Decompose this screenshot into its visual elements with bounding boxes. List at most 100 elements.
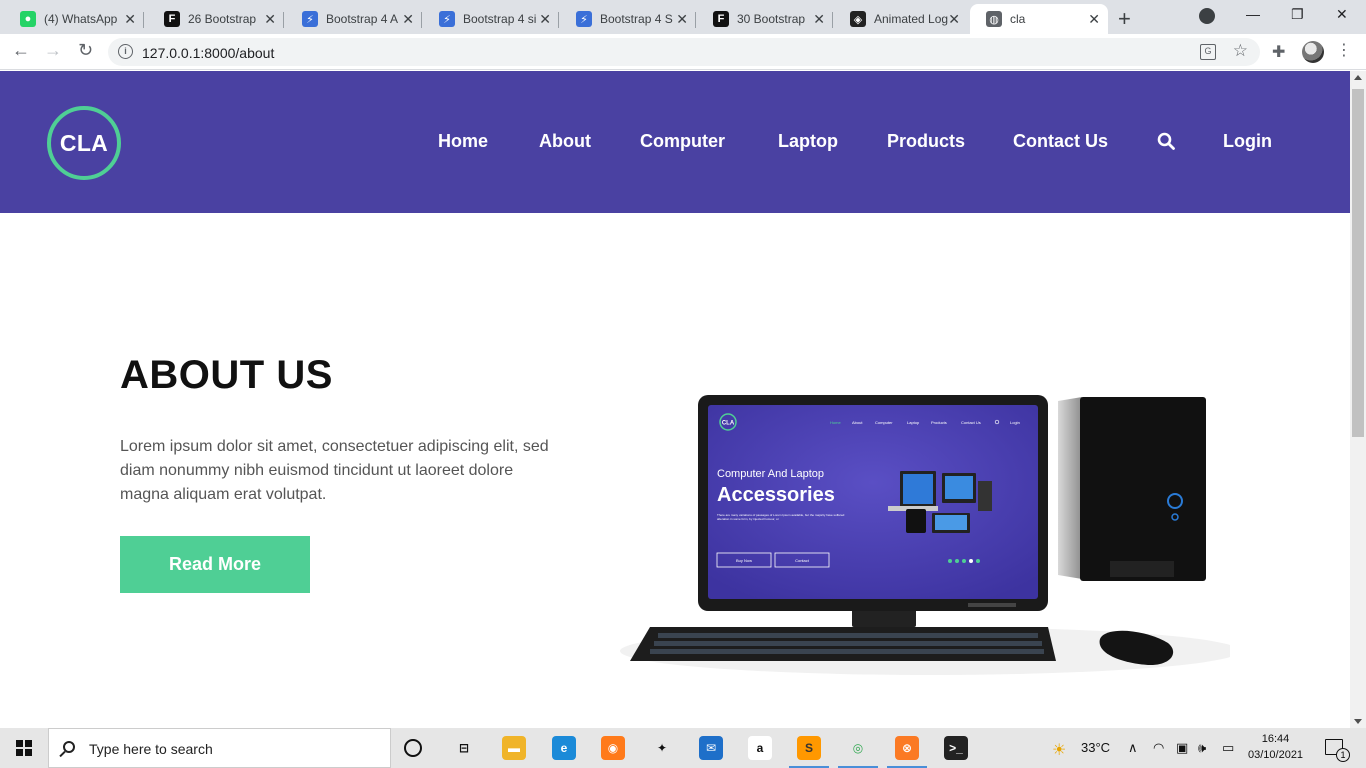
search-icon — [63, 741, 75, 753]
close-tab-icon[interactable]: ✕ — [539, 11, 551, 27]
site-info-icon[interactable]: i — [118, 44, 133, 59]
browser-tab[interactable]: F 30 Bootstrap ✕ — [697, 4, 833, 34]
browser-tab[interactable]: ◈ Animated Log ✕ — [834, 4, 968, 34]
search-icon[interactable] — [1157, 132, 1175, 150]
start-button-icon[interactable] — [16, 740, 32, 756]
tab-separator — [558, 12, 559, 28]
browser-tab[interactable]: ⚡ Bootstrap 4 si ✕ — [423, 4, 559, 34]
bookmark-star-icon[interactable]: ☆ — [1233, 41, 1248, 61]
tab-separator — [421, 12, 422, 28]
tab-title: 26 Bootstrap — [188, 12, 257, 26]
browser-tab[interactable]: F 26 Bootstrap ✕ — [148, 4, 284, 34]
new-tab-button[interactable]: + — [1118, 6, 1131, 32]
terminal-icon[interactable]: >_ — [944, 736, 968, 760]
about-title: ABOUT US — [120, 353, 333, 397]
close-tab-icon[interactable]: ✕ — [402, 11, 414, 27]
screen-nav-home: Home — [830, 420, 841, 425]
system-clock[interactable]: 16:44 03/10/2021 — [1248, 731, 1303, 763]
close-tab-icon[interactable]: ✕ — [264, 11, 276, 27]
scroll-thumb[interactable] — [1352, 89, 1364, 437]
tab-title: Animated Log — [874, 12, 949, 26]
screen-nav-login: Login — [1010, 420, 1020, 425]
browser-menu-icon[interactable]: ⋮ — [1336, 40, 1352, 60]
browser-tab[interactable]: ⚡ Bootstrap 4 S ✕ — [560, 4, 696, 34]
tab-separator — [283, 12, 284, 28]
mail-icon[interactable]: ✉ — [699, 736, 723, 760]
nav-about[interactable]: About — [539, 131, 591, 152]
weather-icon[interactable]: ☀ — [1052, 740, 1066, 760]
close-tab-icon[interactable]: ✕ — [676, 11, 688, 27]
minimize-button[interactable]: — — [1246, 6, 1260, 22]
extensions-icon[interactable]: ✚ — [1272, 42, 1285, 62]
screen-nav-about: About — [852, 420, 863, 425]
address-bar[interactable]: i 127.0.0.1:8000/about G ☆ — [108, 38, 1260, 66]
profile-avatar[interactable] — [1302, 41, 1324, 63]
nav-computer[interactable]: Computer — [640, 131, 725, 152]
screen-nav-products: Products — [931, 420, 947, 425]
task-view-icon[interactable]: ⊟ — [452, 736, 476, 760]
clock-time: 16:44 — [1261, 733, 1290, 745]
bootstrapious-icon: ⚡ — [302, 11, 318, 27]
browser-toolbar: ← → ↻ i 127.0.0.1:8000/about G ☆ — [0, 34, 1366, 70]
nav-laptop[interactable]: Laptop — [778, 131, 838, 152]
back-icon[interactable]: ← — [12, 40, 30, 61]
close-tab-icon[interactable]: ✕ — [1088, 11, 1100, 27]
amazon-icon[interactable]: a — [748, 736, 772, 760]
nav-products[interactable]: Products — [887, 131, 965, 152]
battery-icon[interactable]: ▭ — [1222, 740, 1234, 756]
xampp-icon[interactable]: ⊗ — [887, 736, 927, 768]
nav-home[interactable]: Home — [438, 131, 488, 152]
wifi-icon[interactable]: ◠ — [1153, 740, 1164, 756]
meet-now-icon[interactable]: ▣ — [1176, 740, 1188, 756]
file-explorer-icon[interactable]: ▬ — [502, 736, 526, 760]
screen-blurb-box: There are many variations of passages of… — [717, 513, 845, 521]
nav-contact-us[interactable]: Contact Us — [1013, 131, 1108, 152]
close-window-button[interactable]: ✕ — [1336, 6, 1348, 23]
edge-icon[interactable]: e — [552, 736, 576, 760]
globe-icon: ◍ — [986, 11, 1002, 27]
screen-blurb: There are many variations of passages of… — [717, 513, 845, 521]
tab-title: (4) WhatsApp — [44, 12, 118, 26]
freefrontend-icon: F — [713, 11, 729, 27]
clock-date: 03/10/2021 — [1248, 749, 1304, 761]
translate-icon[interactable]: G — [1200, 44, 1216, 60]
tab-separator — [143, 12, 144, 28]
sublime-text-icon[interactable]: S — [789, 736, 829, 768]
screen-logo-text: CLA — [722, 421, 735, 427]
freefrontend-icon: F — [164, 11, 180, 27]
whatsapp-icon: ● — [20, 11, 36, 27]
restore-button[interactable]: ❐ — [1291, 6, 1304, 23]
close-tab-icon[interactable]: ✕ — [813, 11, 825, 27]
windows-taskbar: Type here to search ⊟ ▬ e ◉ ✦ ✉ a S ◎ ⊗ >_ ☀ 33°C … — [0, 728, 1366, 768]
browser-tab[interactable]: ⚡ Bootstrap 4 A ✕ — [286, 4, 422, 34]
nav-login[interactable]: Login — [1223, 131, 1272, 152]
taskbar-search-box[interactable]: Type here to search — [48, 728, 391, 768]
volume-icon[interactable]: 🕪 — [1198, 740, 1206, 756]
url-text[interactable]: 127.0.0.1:8000/about — [142, 45, 274, 61]
page-scrollbar[interactable] — [1350, 71, 1366, 728]
browser-tabstrip: ● (4) WhatsApp ✕ F 26 Bootstrap ✕ ⚡ Bootstrap 4… — [0, 0, 1366, 34]
screen-headline: Accessories — [717, 484, 835, 506]
tab-search-icon[interactable] — [1199, 8, 1215, 24]
read-more-button[interactable]: Read More — [120, 536, 310, 593]
cortana-icon[interactable] — [404, 739, 422, 757]
screen-nav-computer: Computer — [875, 420, 893, 425]
logo-text: CLA — [59, 129, 109, 156]
tab-separator — [695, 12, 696, 28]
scroll-up-arrow[interactable] — [1354, 75, 1362, 80]
tray-chevron-icon[interactable]: ∧ — [1128, 740, 1138, 756]
browser-tab[interactable]: ◍ cla ✕ — [970, 4, 1108, 34]
notifications-icon[interactable]: 1 — [1325, 739, 1350, 762]
scroll-down-arrow[interactable] — [1354, 719, 1362, 724]
chrome-icon[interactable]: ◎ — [838, 736, 878, 768]
firefox-icon[interactable]: ◉ — [601, 736, 625, 760]
screen-device-display1 — [903, 474, 933, 504]
site-logo[interactable]: CLA — [47, 106, 121, 180]
browser-tab[interactable]: ● (4) WhatsApp ✕ — [4, 4, 144, 34]
reload-icon[interactable]: ↻ — [78, 40, 93, 61]
temperature-text[interactable]: 33°C — [1081, 740, 1110, 755]
close-tab-icon[interactable]: ✕ — [948, 11, 960, 27]
forward-icon[interactable]: → — [44, 40, 62, 61]
dropbox-icon[interactable]: ✦ — [650, 736, 674, 760]
close-tab-icon[interactable]: ✕ — [124, 11, 136, 27]
